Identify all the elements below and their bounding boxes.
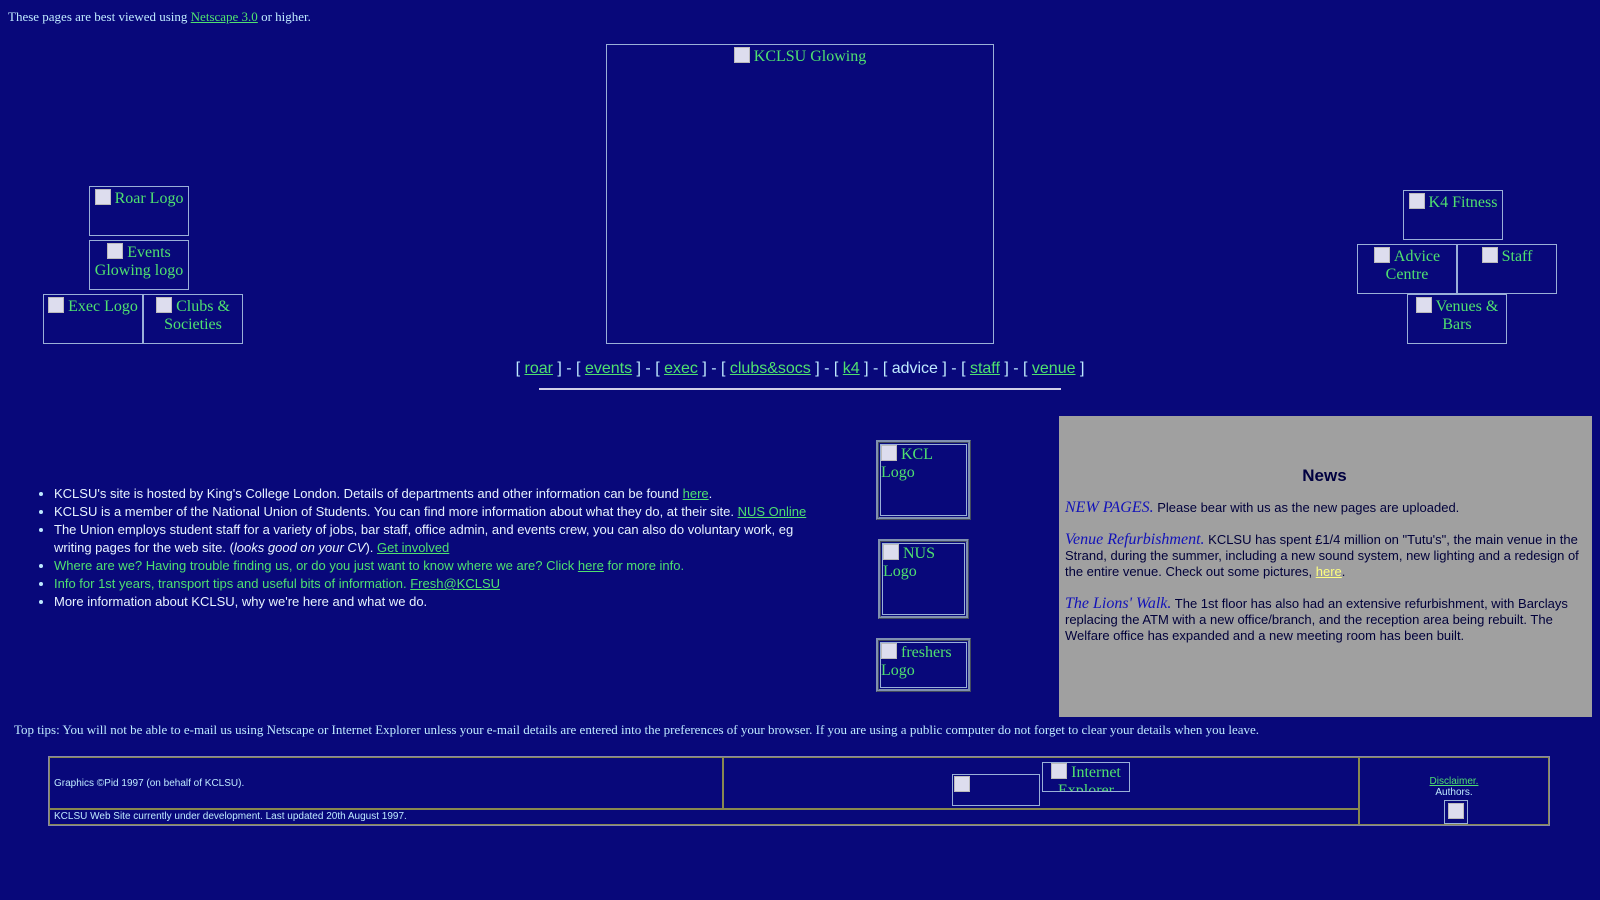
browser-logo-image[interactable] — [952, 774, 1040, 806]
kclsu-glowing-image[interactable]: KCLSU Glowing — [606, 44, 994, 344]
exec-logo-image[interactable]: Exec Logo — [43, 294, 143, 344]
venues-bars-alt: Venues & Bars — [1435, 298, 1499, 333]
authors-text: Authors. — [1435, 787, 1473, 798]
news-item: Venue Refurbishment. KCLSU has spent £1/… — [1065, 531, 1579, 580]
news-title: News — [1302, 466, 1347, 485]
nav-events[interactable]: events — [585, 360, 632, 377]
staff-image[interactable]: Staff — [1457, 244, 1557, 294]
list-item: The Union employs student staff for a va… — [54, 521, 814, 557]
broken-image-icon — [954, 776, 970, 792]
browser-notice-suffix: or higher. — [261, 9, 311, 24]
broken-image-icon — [1373, 247, 1390, 263]
fresh-kclsu-link[interactable]: Fresh@KCLSU — [410, 576, 500, 591]
staff-alt: Staff — [1501, 248, 1533, 265]
main-nav: [ roar ] - [ events ] - [ exec ] - [ clu… — [515, 360, 1085, 377]
clubs-logo-image[interactable]: Clubs & Societies — [143, 294, 243, 344]
news-panel: News NEW PAGES. Please bear with us as t… — [1059, 416, 1592, 717]
nus-online-link[interactable]: NUS Online — [738, 504, 807, 519]
pictures-here-link[interactable]: here — [1316, 564, 1342, 579]
internet-explorer-alt: Internet Explorer — [1058, 764, 1121, 792]
nav-divider — [539, 388, 1061, 390]
get-involved-link[interactable]: Get involved — [377, 540, 449, 555]
freshers-logo-image[interactable]: freshers Logo — [880, 642, 967, 688]
internet-explorer-image[interactable]: Internet Explorer — [1042, 762, 1130, 792]
advice-centre-alt: Advice Centre — [1385, 248, 1441, 283]
nav-roar[interactable]: roar — [524, 360, 552, 377]
broken-image-icon — [881, 445, 897, 461]
broken-image-icon — [1051, 763, 1068, 779]
footer-status-cell: KCLSU Web Site currently under developme… — [49, 809, 1359, 825]
broken-image-icon — [1415, 297, 1432, 313]
news-heading: Venue Refurbishment. — [1065, 531, 1205, 548]
nav-clubs[interactable]: clubs&socs — [730, 360, 811, 377]
advice-centre-image[interactable]: Advice Centre — [1357, 244, 1457, 294]
list-item: More information about KCLSU, why we're … — [54, 593, 814, 611]
broken-image-icon — [156, 297, 173, 313]
broken-image-icon — [48, 297, 65, 313]
news-heading: NEW PAGES. — [1065, 499, 1154, 516]
nav-venue[interactable]: venue — [1032, 360, 1076, 377]
broken-image-icon — [1448, 803, 1464, 819]
broken-image-icon — [883, 544, 899, 560]
footer-graphics-cell: Graphics ©Pid 1997 (on behalf of KCLSU). — [49, 757, 723, 809]
clubs-logo-alt: Clubs & Societies — [164, 298, 230, 333]
roar-logo-image[interactable]: Roar Logo — [89, 186, 189, 236]
exec-logo-alt: Exec Logo — [68, 298, 138, 315]
news-heading: The Lions' Walk. — [1065, 595, 1172, 612]
list-item: KCLSU's site is hosted by King's College… — [54, 485, 814, 503]
disclaimer-link[interactable]: Disclaimer. — [1430, 776, 1479, 787]
site-status: KCLSU Web Site currently under developme… — [54, 811, 407, 822]
netscape-link[interactable]: Netscape 3.0 — [191, 9, 258, 24]
broken-image-icon — [107, 243, 124, 259]
list-item: KCLSU is a member of the National Union … — [54, 503, 814, 521]
broken-image-icon — [733, 47, 750, 63]
k4-fitness-alt: K4 Fitness — [1428, 194, 1498, 211]
nav-k4[interactable]: k4 — [843, 360, 860, 377]
venues-bars-image[interactable]: Venues & Bars — [1407, 294, 1507, 344]
footer-links-cell: Disclaimer. Authors. — [1359, 757, 1549, 825]
authors-image[interactable] — [1444, 800, 1468, 824]
nav-exec[interactable]: exec — [664, 360, 698, 377]
info-list: KCLSU's site is hosted by King's College… — [30, 485, 814, 611]
nav-advice-current: advice — [891, 360, 938, 377]
kcl-logo-image[interactable]: KCL Logo — [880, 444, 967, 516]
news-item: NEW PAGES. Please bear with us as the ne… — [1065, 499, 1460, 516]
broken-image-icon — [1408, 193, 1425, 209]
footer-browser-cell: Internet Explorer — [723, 757, 1359, 809]
broken-image-icon — [94, 189, 111, 205]
location-here-link[interactable]: here — [578, 558, 604, 573]
k4-fitness-image[interactable]: K4 Fitness — [1403, 190, 1503, 240]
graphics-credit: Graphics ©Pid 1997 (on behalf of KCLSU). — [54, 778, 245, 789]
nav-staff[interactable]: staff — [970, 360, 1000, 377]
roar-logo-alt: Roar Logo — [114, 190, 184, 207]
browser-notice-prefix: These pages are best viewed using — [8, 9, 188, 24]
kcl-here-link[interactable]: here — [683, 486, 709, 501]
nus-logo-image[interactable]: NUS Logo — [882, 543, 965, 615]
events-logo-image[interactable]: Events Glowing logo — [89, 240, 189, 290]
top-tips: Top tips: You will not be able to e-mail… — [14, 722, 1260, 737]
footer-table: Graphics ©Pid 1997 (on behalf of KCLSU).… — [48, 756, 1550, 826]
broken-image-icon — [1481, 247, 1498, 263]
list-item: Info for 1st years, transport tips and u… — [54, 575, 814, 593]
kclsu-glowing-alt: KCLSU Glowing — [753, 48, 867, 65]
broken-image-icon — [881, 643, 897, 659]
news-item: The Lions' Walk. The 1st floor has also … — [1065, 595, 1568, 644]
list-item: Where are we? Having trouble finding us,… — [54, 557, 814, 575]
browser-notice: These pages are best viewed using Netsca… — [8, 9, 311, 25]
